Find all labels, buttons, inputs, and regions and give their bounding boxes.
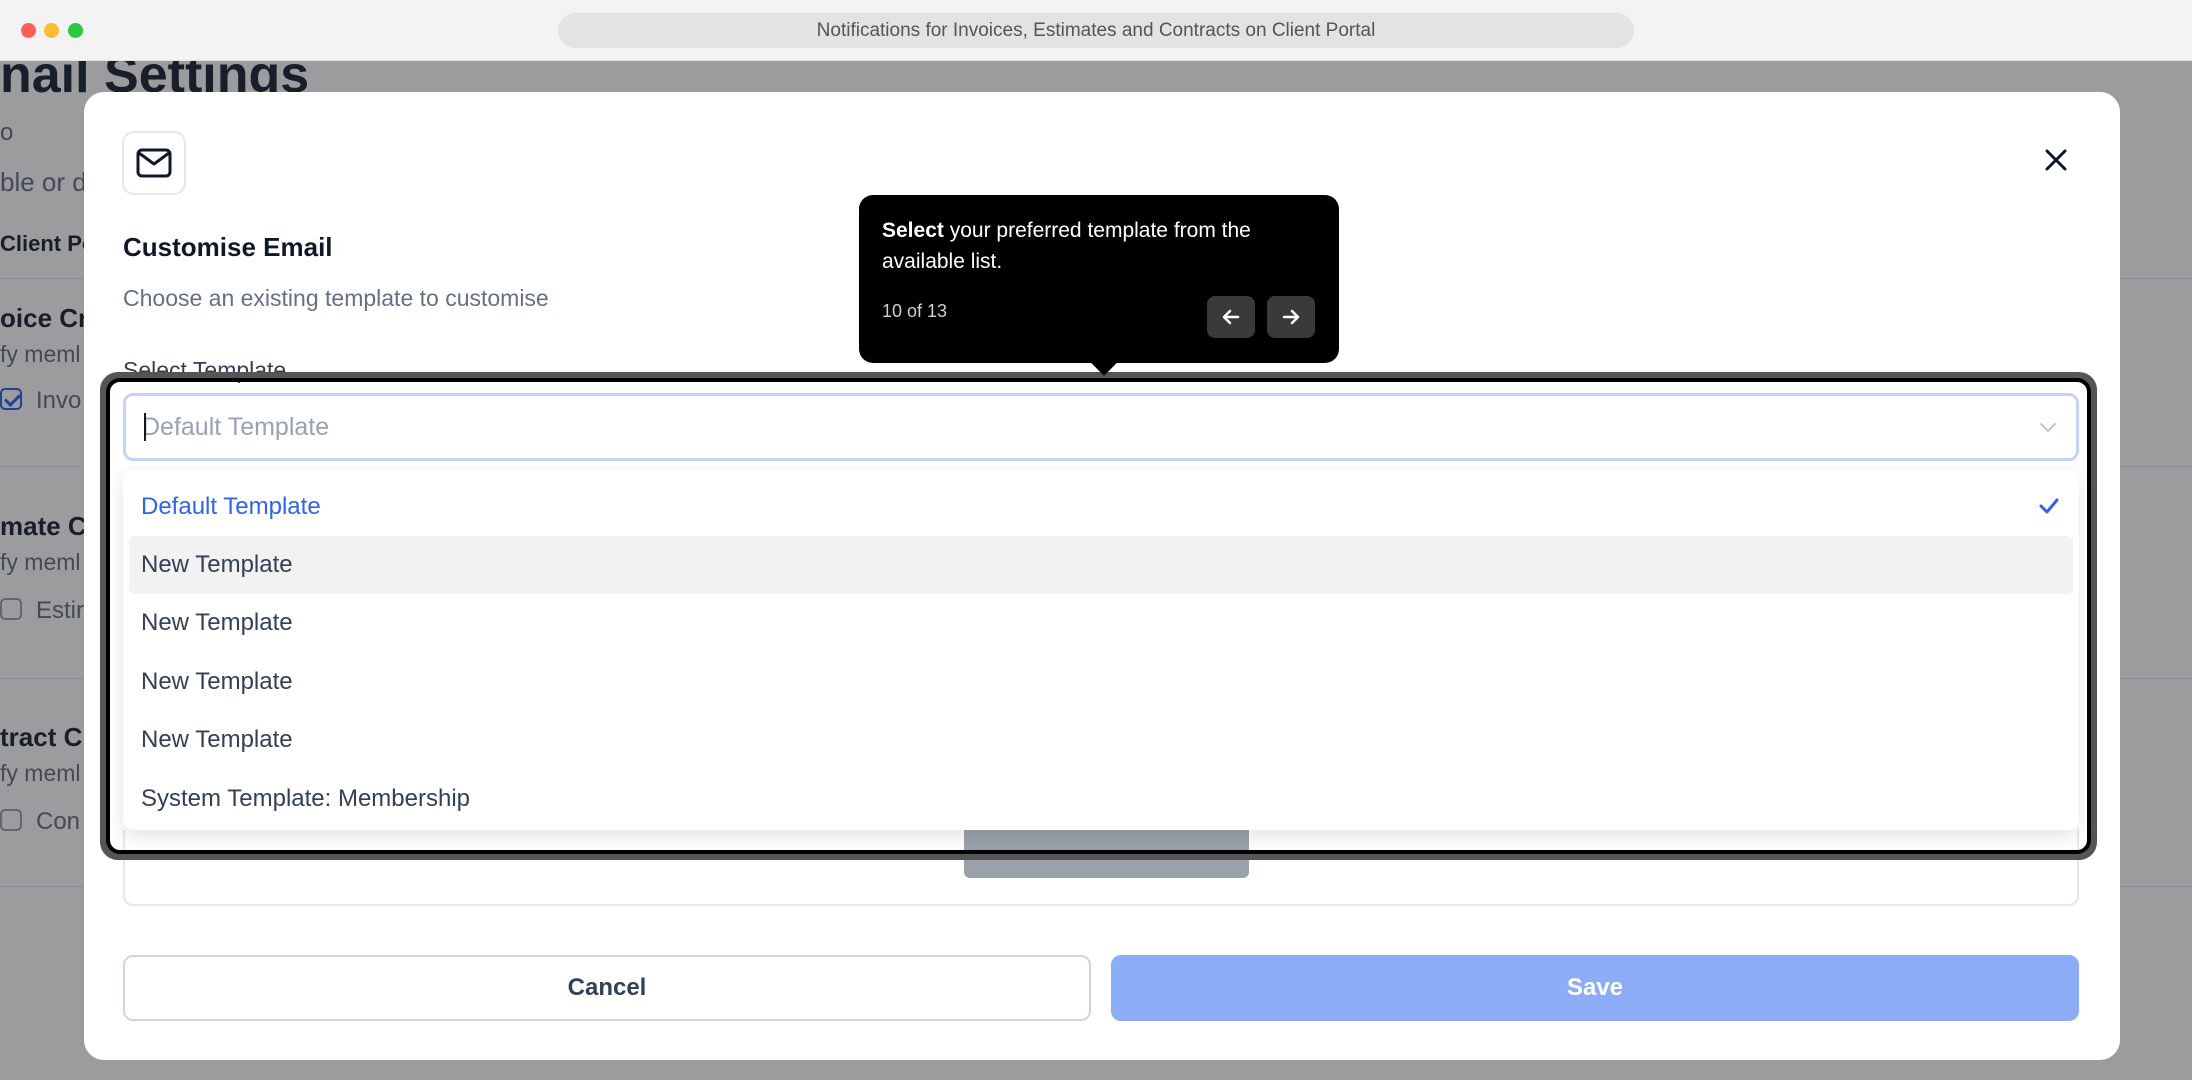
tour-prev-button[interactable]	[1207, 296, 1255, 338]
arrow-left-icon	[1222, 309, 1240, 325]
template-select-input[interactable]	[142, 396, 2022, 458]
option-default-template[interactable]: Default Template	[129, 478, 2073, 536]
chevron-down-icon[interactable]	[2036, 415, 2060, 439]
option-label: New Template	[141, 609, 293, 636]
minimize-window-dot[interactable]	[44, 23, 59, 38]
maximize-window-dot[interactable]	[68, 23, 83, 38]
option-new-template[interactable]: New Template	[129, 536, 2073, 594]
address-bar[interactable]: Notifications for Invoices, Estimates an…	[558, 13, 1634, 48]
option-label: New Template	[141, 668, 293, 695]
window-titlebar: Notifications for Invoices, Estimates an…	[0, 0, 2192, 61]
tour-next-button[interactable]	[1267, 296, 1315, 338]
mail-icon	[122, 131, 186, 195]
tour-tooltip: Select your preferred template from the …	[859, 195, 1339, 363]
tour-step-counter: 10 of 13	[882, 301, 948, 321]
tooltip-text: Select your preferred template from the …	[882, 215, 1322, 277]
option-new-template[interactable]: New Template	[129, 653, 2073, 711]
arrow-right-icon	[1282, 309, 1300, 325]
template-dropdown-list: Default Template New Template New Templa…	[123, 470, 2079, 830]
tooltip-bold-word: Select	[882, 219, 944, 242]
modal-title: Customise Email	[123, 232, 333, 262]
option-label: Default Template	[141, 493, 321, 520]
save-button[interactable]: Save	[1111, 955, 2079, 1021]
check-icon	[2039, 498, 2059, 514]
option-system-template-membership[interactable]: System Template: Membership	[129, 770, 2073, 828]
close-icon[interactable]	[2038, 142, 2074, 178]
text-cursor	[144, 413, 146, 441]
option-label: System Template: Membership	[141, 785, 471, 812]
close-window-dot[interactable]	[21, 23, 36, 38]
option-label: New Template	[141, 551, 293, 578]
option-new-template[interactable]: New Template	[129, 711, 2073, 769]
modal-subtitle: Choose an existing template to customise	[123, 285, 549, 311]
cancel-button[interactable]: Cancel	[123, 955, 1091, 1021]
option-label: New Template	[141, 726, 293, 753]
template-select[interactable]	[123, 393, 2079, 461]
option-new-template[interactable]: New Template	[129, 594, 2073, 652]
